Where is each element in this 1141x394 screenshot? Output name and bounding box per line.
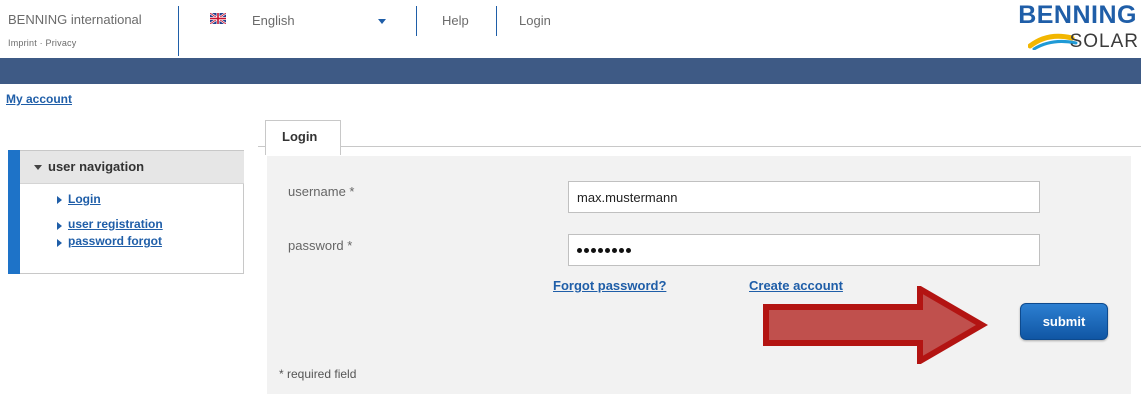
sidebar-title: user navigation xyxy=(48,159,145,174)
username-input[interactable] xyxy=(568,181,1040,213)
language-label: English xyxy=(252,13,295,28)
legal-separator: · xyxy=(39,38,43,48)
header-login-link[interactable]: Login xyxy=(519,13,551,28)
help-link[interactable]: Help xyxy=(442,13,469,28)
tab-label: Login xyxy=(282,129,318,144)
user-navigation-panel: user navigation Login user registration … xyxy=(8,150,244,274)
password-mask xyxy=(577,248,631,253)
arrow-right-icon xyxy=(57,222,62,230)
login-form: username * password * Forgot password? C… xyxy=(267,156,1131,394)
language-selector[interactable]: English xyxy=(210,10,410,32)
submit-button[interactable]: submit xyxy=(1020,303,1108,340)
benning-solar-logo[interactable]: BENNING SOLAR xyxy=(960,0,1141,58)
legal-links: Imprint · Privacy xyxy=(8,38,76,48)
sidebar-item-user-registration[interactable]: user registration xyxy=(68,217,163,231)
arrow-right-icon xyxy=(57,239,62,247)
username-label: username * xyxy=(288,184,355,199)
tab-login[interactable]: Login xyxy=(265,120,341,155)
top-nav-bar xyxy=(0,58,1141,84)
header-divider xyxy=(496,6,497,36)
imprint-link[interactable]: Imprint xyxy=(8,38,37,48)
collapse-arrow-icon xyxy=(34,165,42,170)
password-label: password * xyxy=(288,238,353,253)
my-account-link[interactable]: My account xyxy=(6,92,72,106)
forgot-password-link[interactable]: Forgot password? xyxy=(553,278,666,293)
header-divider xyxy=(416,6,417,36)
logo-subtitle: SOLAR xyxy=(1069,31,1139,52)
sidebar-item-password-forgot[interactable]: password forgot xyxy=(68,234,162,248)
annotation-arrow-icon xyxy=(763,286,988,364)
privacy-link[interactable]: Privacy xyxy=(46,38,77,48)
sidebar-header[interactable]: user navigation xyxy=(20,151,244,184)
site-header: BENNING international Imprint · Privacy … xyxy=(0,0,1141,58)
chevron-down-icon xyxy=(378,19,386,24)
logo-wordmark: BENNING xyxy=(1018,1,1137,29)
arrow-right-icon xyxy=(57,196,62,204)
password-input[interactable] xyxy=(568,234,1040,266)
login-panel: username * password * Forgot password? C… xyxy=(258,146,1141,394)
uk-flag-icon xyxy=(210,13,226,24)
sidebar-accent-bar xyxy=(8,150,20,274)
sidebar-item-login[interactable]: Login xyxy=(68,192,101,206)
required-field-note: * required field xyxy=(279,367,357,381)
header-divider xyxy=(178,6,179,56)
company-name: BENNING international xyxy=(8,12,142,27)
